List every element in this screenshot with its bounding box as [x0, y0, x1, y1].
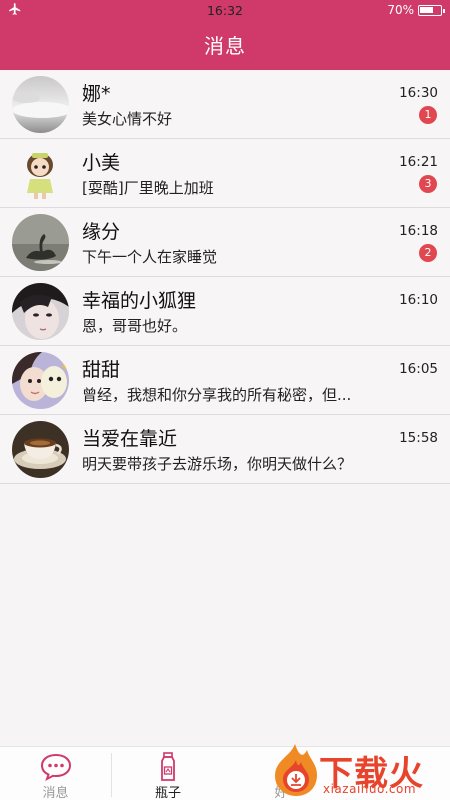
avatar[interactable] — [12, 283, 69, 340]
unread-badge: 1 — [419, 106, 437, 124]
avatar[interactable] — [12, 421, 69, 478]
message-time: 16:21 — [399, 154, 438, 170]
app-header: 16:32 70% 消息 — [0, 0, 450, 70]
message-preview: 恩，哥哥也好。 — [82, 317, 188, 335]
conversation-row[interactable]: 幸福的小狐狸 恩，哥哥也好。 16:10 — [0, 277, 450, 346]
tab-label: 瓶子 — [154, 786, 181, 800]
contact-name: 娜* — [82, 83, 111, 105]
conversation-row[interactable]: 甜甜 曾经，我想和你分享我的所有秘密，但... 16:05 — [0, 346, 450, 415]
conversation-list: 娜* 美女心情不好 16:30 1 小美 [耍酷]厂里晚上加班 16:21 3 — [0, 70, 450, 484]
watermark-logo: 下载火 xiazaihuo.com — [265, 740, 450, 800]
contact-name: 当爱在靠近 — [82, 428, 178, 450]
message-preview: 明天要带孩子去游乐场，你明天做什么？ — [82, 455, 353, 473]
contact-name: 小美 — [82, 152, 121, 174]
bottle-icon — [161, 752, 175, 781]
message-preview: 曾经，我想和你分享我的所有秘密，但... — [82, 386, 352, 404]
status-bar: 16:32 70% — [0, 0, 450, 20]
tab-messages[interactable]: 消息 — [0, 747, 111, 800]
message-time: 15:58 — [399, 430, 438, 446]
battery-icon — [418, 5, 445, 16]
conversation-row[interactable]: 缘分 下午一个人在家睡觉 16:18 2 — [0, 208, 450, 277]
contact-name: 甜甜 — [82, 359, 121, 381]
chat-bubble-icon — [40, 753, 71, 782]
page-title: 消息 — [204, 34, 246, 58]
unread-badge: 3 — [419, 175, 437, 193]
message-time: 16:10 — [399, 292, 438, 308]
message-time: 16:30 — [399, 85, 438, 101]
message-preview: 下午一个人在家睡觉 — [82, 248, 218, 266]
contact-name: 缘分 — [82, 221, 121, 243]
watermark-url: xiazaihuo.com — [323, 782, 417, 796]
avatar[interactable] — [12, 214, 69, 271]
conversation-row[interactable]: 小美 [耍酷]厂里晚上加班 16:21 3 — [0, 139, 450, 208]
unread-badge: 2 — [419, 244, 437, 262]
message-preview: 美女心情不好 — [82, 110, 173, 128]
tab-label: 消息 — [42, 786, 69, 800]
conversation-row[interactable]: 当爱在靠近 明天要带孩子去游乐场，你明天做什么？ 15:58 — [0, 415, 450, 484]
tab-bottle[interactable]: 瓶子 — [112, 747, 224, 800]
avatar[interactable] — [12, 76, 69, 133]
conversation-row[interactable]: 娜* 美女心情不好 16:30 1 — [0, 70, 450, 139]
message-preview: [耍酷]厂里晚上加班 — [82, 179, 214, 197]
contact-name: 幸福的小狐狸 — [82, 290, 197, 312]
message-time: 16:05 — [399, 361, 438, 377]
message-time: 16:18 — [399, 223, 438, 239]
battery-percent: 70% — [387, 3, 414, 17]
avatar[interactable] — [12, 145, 69, 202]
status-time: 16:32 — [206, 3, 244, 18]
flame-logo-icon — [275, 744, 317, 796]
avatar[interactable] — [12, 352, 69, 409]
